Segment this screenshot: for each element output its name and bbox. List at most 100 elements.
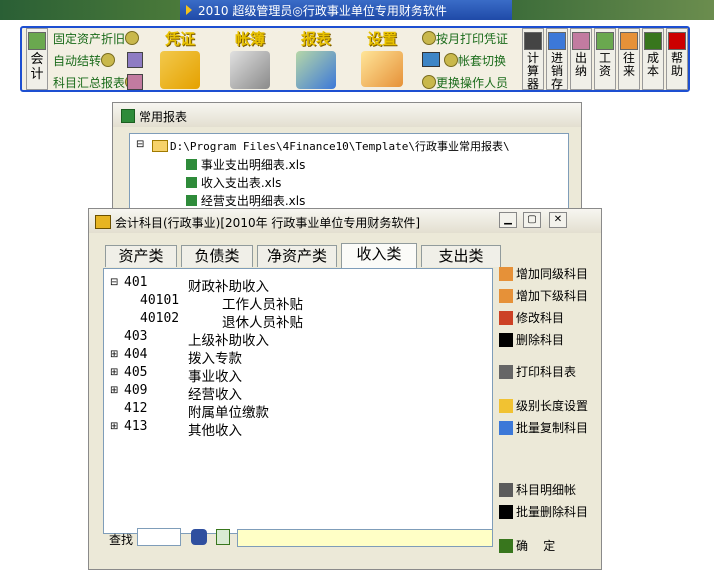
- title-bar-right-decoration: [512, 0, 714, 20]
- minimize-button[interactable]: ▁: [499, 212, 517, 228]
- link-change-operator[interactable]: 更换操作人员: [422, 74, 508, 91]
- inventory-icon: [548, 32, 566, 50]
- search-input[interactable]: [137, 528, 181, 546]
- accounting-button[interactable]: 会 计: [26, 28, 48, 90]
- report-window: 常用报表 ⊟ D:\Program Files\4Finance10\Templ…: [112, 102, 582, 222]
- account-code: 409: [124, 383, 148, 398]
- link-print-vouchers[interactable]: 按月打印凭证: [422, 30, 508, 47]
- calculator-button-label: 计算器: [527, 51, 540, 91]
- account-name: 工作人员补贴: [222, 297, 303, 313]
- title-bar-left-decoration: [0, 0, 180, 20]
- account-tree[interactable]: ⊟ 401 财政补助收入 40101 工作人员补贴 40102 退休人员补贴 403 上级补助收…: [103, 268, 493, 534]
- excel-file-icon: [186, 177, 197, 188]
- delete-account-label: 删除科目: [516, 333, 565, 347]
- add-child-account-label: 增加下级科目: [516, 289, 589, 303]
- settings-button[interactable]: 设置: [352, 28, 412, 87]
- tab-expenses[interactable]: 支出类: [421, 245, 501, 267]
- cost-icon: [644, 32, 662, 50]
- salary-icon: [596, 32, 614, 50]
- add-child-account-icon: [499, 289, 513, 303]
- account-window-title: 会计科目(行政事业)[2010年 行政事业单位专用财务软件]: [115, 216, 421, 230]
- go-icon: [125, 31, 140, 45]
- tree-icon: [95, 215, 111, 229]
- tab-net-assets[interactable]: 净资产类: [257, 245, 337, 267]
- cashier-icon: [572, 32, 590, 50]
- status-field: [237, 529, 493, 547]
- report-file-item[interactable]: 经营支出明细表.xls: [186, 192, 305, 209]
- batch-copy-accounts-label: 批量复制科目: [516, 421, 589, 435]
- search-icon[interactable]: [191, 529, 207, 545]
- collapse-icon[interactable]: ⊟: [136, 139, 144, 150]
- print-account-list-button[interactable]: 打印科目表: [499, 363, 576, 383]
- account-detail-ledger-icon: [499, 483, 513, 497]
- help-button[interactable]: 帮助: [666, 28, 688, 90]
- account-name: 附属单位缴款: [188, 405, 269, 421]
- contacts-icon: [620, 32, 638, 50]
- report-file-tree[interactable]: ⊟ D:\Program Files\4Finance10\Template\行…: [129, 133, 569, 215]
- go-icon: [422, 75, 436, 89]
- link-switch-account[interactable]: 帐套切换: [444, 52, 506, 69]
- batch-delete-accounts-label: 批量删除科目: [516, 505, 589, 519]
- account-name: 拨入专款: [188, 351, 242, 367]
- expand-icon[interactable]: ⊞: [110, 385, 118, 396]
- cashier-button-label: 出纳: [575, 51, 588, 78]
- excel-icon: [121, 109, 135, 123]
- refresh-icon[interactable]: [216, 529, 230, 545]
- go-icon: [101, 53, 116, 67]
- batch-delete-accounts-button[interactable]: 批量删除科目: [499, 503, 588, 523]
- inventory-button[interactable]: 进销存: [546, 28, 568, 91]
- level-length-settings-icon: [499, 399, 513, 413]
- tab-assets[interactable]: 资产类: [105, 245, 177, 267]
- excel-file-icon: [186, 195, 197, 206]
- report-file-item[interactable]: 事业支出明细表.xls: [186, 156, 305, 173]
- voucher-button[interactable]: 凭证: [150, 28, 210, 89]
- tab-revenue[interactable]: 收入类: [341, 243, 417, 268]
- add-sibling-account-button[interactable]: 增加同级科目: [499, 265, 588, 285]
- account-code: 412: [124, 401, 148, 416]
- account-name: 经营收入: [188, 387, 242, 403]
- confirm-button[interactable]: 确 定: [499, 537, 555, 557]
- delete-account-button[interactable]: 删除科目: [499, 331, 564, 351]
- account-code: 405: [124, 365, 148, 380]
- link-auto-transfer[interactable]: 自动结转: [53, 52, 116, 69]
- salary-button[interactable]: 工资: [594, 28, 616, 90]
- maximize-button[interactable]: ▢: [523, 212, 541, 228]
- account-set-icon: [422, 52, 440, 67]
- account-code: 413: [124, 419, 148, 434]
- help-icon: [668, 32, 686, 50]
- print-account-list-icon: [499, 365, 513, 379]
- link-depreciation[interactable]: 固定资产折旧: [53, 30, 140, 47]
- inventory-button-label: 进销存: [551, 51, 564, 91]
- edit-account-button[interactable]: 修改科目: [499, 309, 564, 329]
- calculator-icon: [524, 32, 542, 50]
- report-file-item[interactable]: 收入支出表.xls: [186, 174, 281, 191]
- level-length-settings-button[interactable]: 级别长度设置: [499, 397, 588, 417]
- ledger-button[interactable]: 帐簿: [220, 28, 280, 89]
- app-title: 2010 超级管理员◎行政事业单位专用财务软件: [198, 4, 447, 18]
- report-folder-path[interactable]: D:\Program Files\4Finance10\Template\行政事…: [170, 138, 510, 154]
- report-button[interactable]: 报表: [286, 28, 346, 89]
- account-detail-ledger-label: 科目明细帐: [516, 483, 577, 497]
- collapse-icon[interactable]: ⊟: [110, 277, 118, 288]
- account-code: 40101: [140, 293, 180, 308]
- expand-icon[interactable]: ⊞: [110, 349, 118, 360]
- accounting-icon: [28, 32, 46, 50]
- account-detail-ledger-button[interactable]: 科目明细帐: [499, 481, 576, 501]
- cashier-button[interactable]: 出纳: [570, 28, 592, 90]
- expand-icon[interactable]: ⊞: [110, 421, 118, 432]
- account-name: 上级补助收入: [188, 333, 269, 349]
- calculator-button[interactable]: 计算器: [522, 28, 544, 91]
- expand-icon[interactable]: ⊞: [110, 367, 118, 378]
- batch-copy-accounts-icon: [499, 421, 513, 435]
- add-sibling-account-label: 增加同级科目: [516, 267, 589, 281]
- contacts-button[interactable]: 往来: [618, 28, 640, 90]
- add-child-account-button[interactable]: 增加下级科目: [499, 287, 588, 307]
- main-toolbar: 会 计 固定资产折旧 自动结转 科目汇总报表 凭证 帐簿 报表 设置 按月打印凭…: [0, 20, 714, 96]
- cost-button[interactable]: 成本: [642, 28, 664, 90]
- accounting-button-label: 会 计: [30, 52, 44, 82]
- edit-account-label: 修改科目: [516, 311, 565, 325]
- tab-liabilities[interactable]: 负债类: [181, 245, 253, 267]
- cost-button-label: 成本: [647, 51, 660, 78]
- close-button[interactable]: ✕: [549, 212, 567, 228]
- batch-copy-accounts-button[interactable]: 批量复制科目: [499, 419, 588, 439]
